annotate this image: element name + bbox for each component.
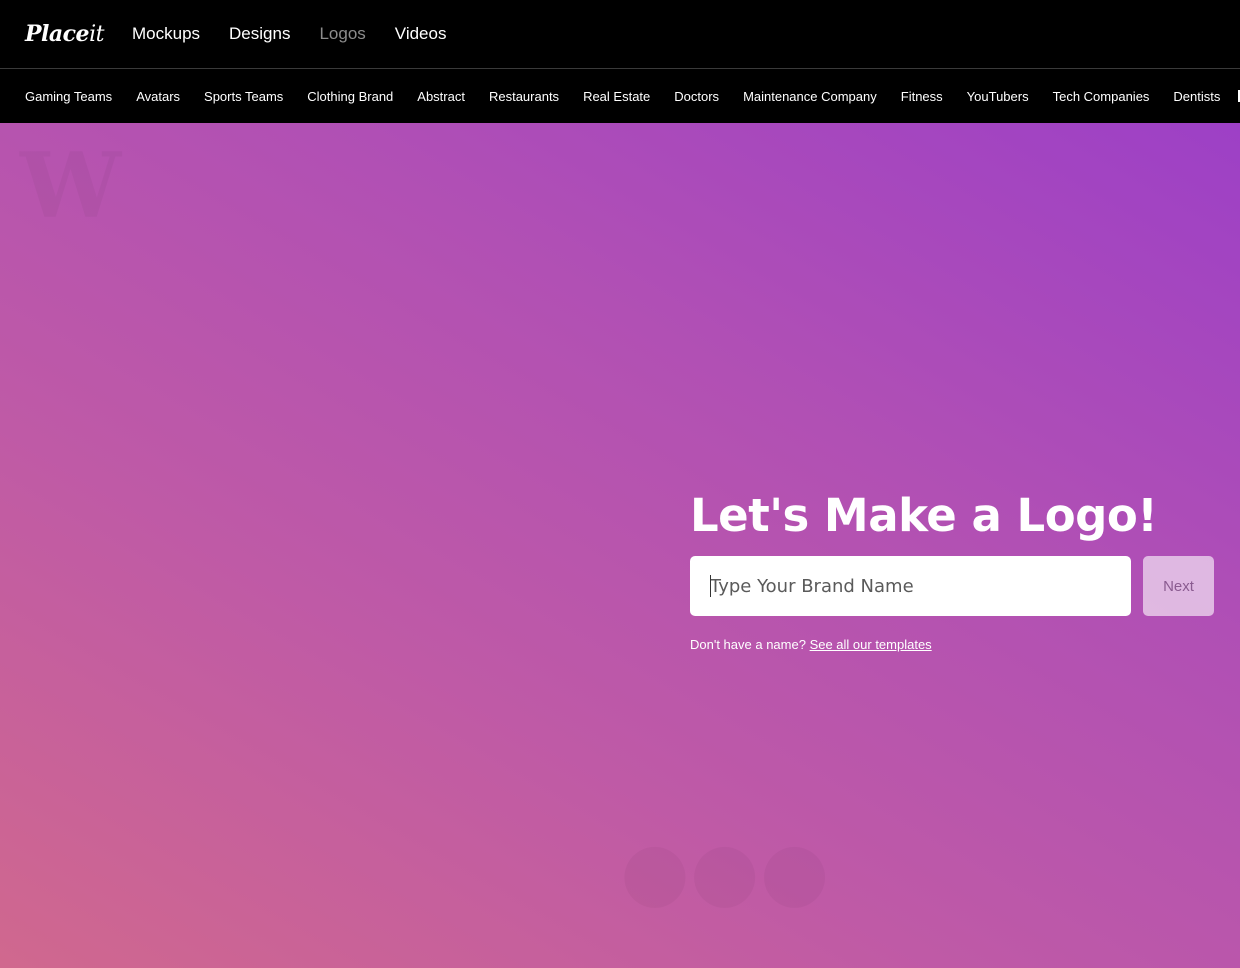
main-nav: Mockups Designs Logos Videos xyxy=(132,24,475,44)
category-tech-companies[interactable]: Tech Companies xyxy=(1053,89,1150,104)
placeit-logo[interactable]: Place it xyxy=(25,21,104,47)
hint-text: Don't have a name? See all our templates xyxy=(690,637,932,652)
hero-heading: Let's Make a Logo! xyxy=(690,489,1158,542)
category-fitness[interactable]: Fitness xyxy=(901,89,943,104)
category-list: Gaming Teams Avatars Sports Teams Clothi… xyxy=(25,89,1240,104)
category-avatars[interactable]: Avatars xyxy=(136,89,180,104)
category-clothing-brand[interactable]: Clothing Brand xyxy=(307,89,393,104)
see-all-templates-link[interactable]: See all our templates xyxy=(810,637,932,652)
nav-designs[interactable]: Designs xyxy=(229,24,290,44)
category-abstract[interactable]: Abstract xyxy=(417,89,465,104)
hero-section: W ●●● Let's Make a Logo! Next Don't have… xyxy=(0,123,1240,968)
category-dentists[interactable]: Dentists xyxy=(1173,89,1220,104)
category-bar: Gaming Teams Avatars Sports Teams Clothi… xyxy=(0,70,1240,123)
nav-mockups[interactable]: Mockups xyxy=(132,24,200,44)
hint-label: Don't have a name? xyxy=(690,637,810,652)
next-button[interactable]: Next xyxy=(1143,556,1214,616)
top-navigation-bar: Place it Mockups Designs Logos Videos xyxy=(0,0,1240,69)
logo-text-light: it xyxy=(89,22,104,47)
category-maintenance-company[interactable]: Maintenance Company xyxy=(743,89,877,104)
category-real-estate[interactable]: Real Estate xyxy=(583,89,650,104)
category-sports-teams[interactable]: Sports Teams xyxy=(204,89,283,104)
background-decoration: W xyxy=(20,133,121,239)
background-decoration: ●●● xyxy=(620,823,829,917)
logo-text-bold: Place xyxy=(25,21,90,47)
nav-videos[interactable]: Videos xyxy=(395,24,447,44)
category-youtubers[interactable]: YouTubers xyxy=(967,89,1029,104)
category-gaming-teams[interactable]: Gaming Teams xyxy=(25,89,112,104)
category-restaurants[interactable]: Restaurants xyxy=(489,89,559,104)
nav-logos[interactable]: Logos xyxy=(319,24,365,44)
brand-name-input[interactable] xyxy=(690,556,1131,616)
text-caret xyxy=(710,575,711,597)
category-doctors[interactable]: Doctors xyxy=(674,89,719,104)
